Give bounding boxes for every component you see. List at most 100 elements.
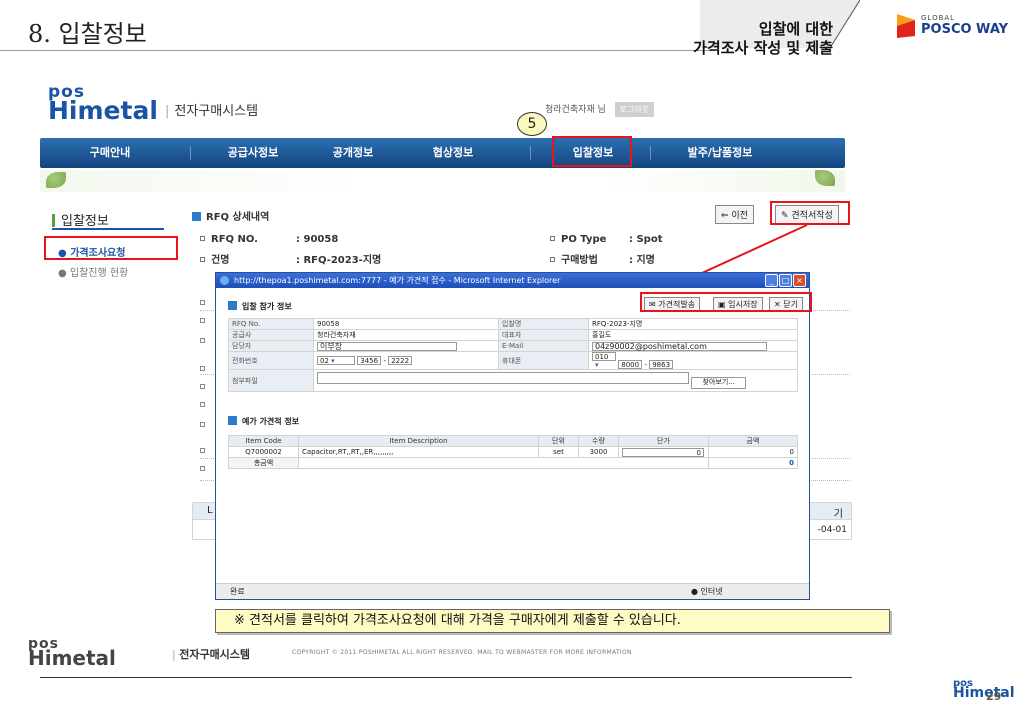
sidebar-item-label: 입찰진행 현황 [69, 268, 129, 279]
mobile-mid-input[interactable]: 8000 [618, 360, 643, 369]
footer-logo: pos Himetal [28, 636, 116, 670]
posco-flag-icon [897, 14, 915, 38]
banner [40, 170, 845, 192]
attach-file-input[interactable] [317, 372, 689, 384]
row-bullet [200, 300, 205, 305]
manager-cell: 이부장 [313, 340, 499, 352]
leaf-decoration [46, 172, 66, 188]
nav-item-negotiation[interactable]: 협상정보 [408, 138, 498, 168]
row-bullet [200, 257, 205, 262]
quote-items-table: Item Code Item Description 단위 수량 단가 금액 Q… [228, 435, 798, 469]
rfq-section-title: RFQ 상세내역 [192, 208, 269, 223]
logout-button[interactable]: 로그아웃 [614, 102, 655, 117]
row-bullet [200, 448, 205, 453]
email-input[interactable]: 04z90002@poshimetal.com [592, 341, 767, 351]
posco-logo: GLOBAL POSCO WAY [893, 12, 1013, 42]
mobile-last-input[interactable]: 9863 [649, 360, 674, 369]
close-window-button[interactable]: × [793, 274, 806, 287]
phone-mid-input[interactable]: 3456 [357, 356, 382, 365]
arrow-left-icon: ⇐ [721, 211, 732, 221]
rfq-name-value: : RFQ-2023-지명 [296, 255, 382, 266]
manager-input[interactable]: 이부장 [317, 341, 457, 351]
quote-section-title: 예가 가견적 정보 [228, 416, 299, 427]
item-description: Capacitor,RT,,RT,,ER,,,,,,,,, [298, 446, 539, 458]
bid-info-section-label: 입찰 참가 정보 [242, 302, 292, 311]
leaf-decoration [815, 170, 835, 186]
prev-button[interactable]: ⇐ 이전 [715, 205, 754, 224]
footer-logo-himetal: Himetal [28, 646, 116, 670]
rfq-no-label: RFQ No. [228, 318, 314, 330]
item-code: Q7000002 [228, 446, 299, 458]
row-bullet [550, 236, 555, 241]
prev-button-label: 이전 [731, 211, 748, 221]
supplier-value: 청라건축자재 [313, 329, 499, 341]
email-label: E-Mail [498, 340, 589, 352]
maximize-button[interactable]: □ [779, 274, 792, 287]
col-amount: 금액 [708, 435, 798, 447]
nav-item-order-delivery[interactable]: 발주/납품정보 [670, 138, 770, 168]
copyright: COPYRIGHT © 2011 POSHIMETAL ALL RIGHT RE… [292, 649, 632, 656]
supplier-label: 공급사 [228, 329, 314, 341]
slide-title: 8. 입찰정보 [28, 20, 147, 48]
total-row: 총금액 0 [228, 457, 798, 469]
chevron-down-icon: ▾ [595, 361, 599, 369]
po-type-row: PO Type: Spot [550, 234, 663, 245]
unit-price-input[interactable]: 0 [622, 447, 704, 457]
brand-small: GLOBAL [921, 14, 956, 22]
po-type-label: PO Type [561, 234, 607, 245]
header-rule [0, 50, 715, 51]
quote-button-highlight [770, 201, 850, 225]
ceo-label: 대표자 [498, 329, 589, 341]
sidebar-rule [52, 228, 164, 230]
col-unit: 단위 [538, 435, 579, 447]
nav-separator [190, 146, 191, 160]
mobile-label: 휴대폰 [498, 351, 589, 370]
col-item-description: Item Description [298, 435, 539, 447]
brand-big: POSCO WAY [921, 22, 1009, 37]
status-done: 완료 [230, 587, 245, 596]
history-left-fragment: L [207, 505, 213, 516]
purchase-method-label: 구매방법 [561, 255, 598, 266]
nav-item-public-info[interactable]: 공개정보 [308, 138, 398, 168]
bid-info-section-title: 입찰 참가 정보 [228, 301, 292, 312]
quote-popup-window: http://thepoa1.poshimetal.com:7777 - 예가 … [215, 272, 812, 600]
sidebar-item-bid-status[interactable]: ● 입찰진행 현황 [58, 264, 128, 279]
row-bullet [200, 318, 205, 323]
caption-line-2: 가격조사 작성 및 제출 [693, 39, 833, 57]
instruction-callout: ※ 견적서를 클릭하여 가격조사요청에 대해 가격을 구매자에게 제출할 수 있… [215, 609, 890, 633]
history-header-fragment: 기 [833, 509, 843, 520]
sidebar-title-text: 입찰정보 [61, 214, 109, 229]
row-bullet [200, 338, 205, 343]
himetal-logo[interactable]: pos Himetal [48, 82, 158, 126]
row-bullet [200, 466, 205, 471]
bid-info-highlight [552, 136, 632, 167]
mobile-area-select[interactable]: 010 ▾ [592, 352, 616, 369]
rfq-name-label: 건명 [211, 255, 230, 266]
phone-last-input[interactable]: 2222 [388, 356, 413, 365]
nav-item-supplier-info[interactable]: 공급사정보 [208, 138, 298, 168]
rfq-no-value: 90058 [313, 318, 499, 330]
total-value: 0 [708, 457, 798, 469]
status-internet: ● 인터넷 [691, 584, 723, 599]
caption-line-1: 입찰에 대한 [758, 20, 833, 38]
browse-button[interactable]: 찾아보기... [691, 377, 747, 389]
total-label: 총금액 [228, 457, 299, 469]
purchase-method-row: 구매방법: 지명 [550, 251, 655, 266]
manager-label: 담당자 [228, 340, 314, 352]
minimize-button[interactable]: _ [765, 274, 778, 287]
section-icon [228, 301, 237, 310]
nav-item-purchase-guide[interactable]: 구매안내 [70, 138, 150, 168]
corner-logo: pos Himetal [953, 678, 1015, 701]
popup-titlebar[interactable]: http://thepoa1.poshimetal.com:7777 - 예가 … [216, 273, 809, 288]
nav-separator [530, 146, 531, 160]
col-qty: 수량 [578, 435, 619, 447]
phone-area-select[interactable]: 02 ▾ [317, 356, 355, 365]
status-internet-label: 인터넷 [700, 587, 723, 596]
logo-himetal: Himetal [48, 96, 158, 125]
user-info: 청라건축자재 님 로그아웃 [545, 102, 655, 117]
rfq-section-title-text: RFQ 상세내역 [206, 212, 270, 223]
rfq-no-label: RFQ NO. [211, 234, 258, 245]
row-bullet [200, 236, 205, 241]
attach-cell: 찾아보기... [313, 369, 798, 392]
mobile-cell: 010 ▾ 8000 - 9863 [588, 351, 798, 370]
